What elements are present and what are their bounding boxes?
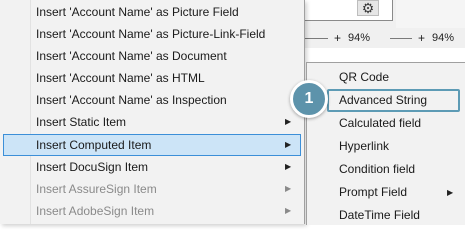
submenu-arrow-icon: ▶: [285, 162, 292, 171]
submenu-item-prompt-field[interactable]: Prompt Field ▶: [307, 181, 465, 204]
zoom-level: 94%: [432, 32, 455, 44]
zoom-slider-track[interactable]: [390, 37, 412, 39]
menu-item-label: Insert AssureSign Item: [36, 182, 157, 196]
menu-item-insert-adobesign-item: Insert AdobeSign Item ▶: [0, 200, 300, 222]
zoom-in-icon[interactable]: +: [418, 31, 425, 45]
menu-item-insert-assuresign-item: Insert AssureSign Item ▶: [0, 178, 300, 200]
menu-item-insert-computed-item[interactable]: Insert Computed Item ▶: [3, 134, 301, 156]
submenu-arrow-icon: ▶: [285, 140, 292, 149]
submenu-item-label: QR Code: [339, 70, 390, 84]
menu-item-label: Insert 'Account Name' as Document: [36, 49, 227, 63]
zoom-level: 94%: [348, 32, 371, 44]
submenu-item-calculated-field[interactable]: Calculated field: [307, 112, 465, 135]
zoom-control-1: + 94%: [300, 31, 371, 45]
menu-item-label: Insert Computed Item: [36, 138, 152, 152]
menu-item-label: Insert 'Account Name' as Picture Field: [36, 5, 239, 19]
submenu-item-advanced-string[interactable]: Advanced String: [307, 89, 465, 112]
submenu-arrow-icon: ▶: [285, 184, 292, 193]
submenu-item-label: Hyperlink: [339, 139, 390, 153]
menu-item-insert-document[interactable]: Insert 'Account Name' as Document: [0, 45, 300, 67]
menu-item-insert-docusign-item[interactable]: Insert DocuSign Item ▶: [0, 156, 300, 178]
menu-item-insert-html[interactable]: Insert 'Account Name' as HTML: [0, 67, 300, 89]
submenu-arrow-icon: ▶: [285, 206, 292, 215]
submenu-arrow-icon: ▶: [285, 117, 292, 126]
zoom-control-2: + 94%: [384, 31, 455, 45]
context-menu: Insert 'Account Name' as Picture Field I…: [0, 0, 305, 224]
step-badge: 1: [290, 80, 328, 118]
menu-item-insert-picture-link-field[interactable]: Insert 'Account Name' as Picture-Link-Fi…: [0, 23, 300, 45]
submenu-item-label: Prompt Field: [339, 185, 408, 199]
submenu-arrow-icon: ▶: [447, 188, 454, 197]
submenu-item-datetime-field[interactable]: DateTime Field: [307, 204, 465, 227]
menu-item-label: Insert 'Account Name' as Picture-Link-Fi…: [36, 27, 266, 41]
menu-item-label: Insert 'Account Name' as HTML: [36, 71, 205, 85]
menu-item-insert-static-item[interactable]: Insert Static Item ▶: [0, 111, 300, 133]
submenu-item-hyperlink[interactable]: Hyperlink: [307, 135, 465, 158]
menu-item-insert-picture-field[interactable]: Insert 'Account Name' as Picture Field: [0, 1, 300, 23]
background-panel: [300, 0, 393, 21]
submenu-item-label: DateTime Field: [339, 208, 420, 222]
menu-item-label: Insert 'Account Name' as Inspection: [36, 93, 227, 107]
submenu-item-condition-field[interactable]: Condition field: [307, 158, 465, 181]
computed-item-submenu: QR Code Advanced String Calculated field…: [306, 62, 465, 225]
submenu-item-label: Advanced String: [339, 93, 428, 107]
menu-item-label: Insert Static Item: [36, 115, 127, 129]
submenu-item-qr-code[interactable]: QR Code: [307, 66, 465, 89]
zoom-in-icon[interactable]: +: [334, 31, 341, 45]
background-column: [396, 0, 465, 28]
gear-icon[interactable]: ⚙: [357, 0, 379, 16]
menu-item-label: Insert DocuSign Item: [36, 160, 149, 174]
submenu-item-label: Condition field: [339, 162, 416, 176]
menu-item-insert-inspection[interactable]: Insert 'Account Name' as Inspection: [0, 89, 300, 111]
submenu-item-label: Calculated field: [339, 116, 422, 130]
menu-item-label: Insert AdobeSign Item: [36, 204, 155, 218]
